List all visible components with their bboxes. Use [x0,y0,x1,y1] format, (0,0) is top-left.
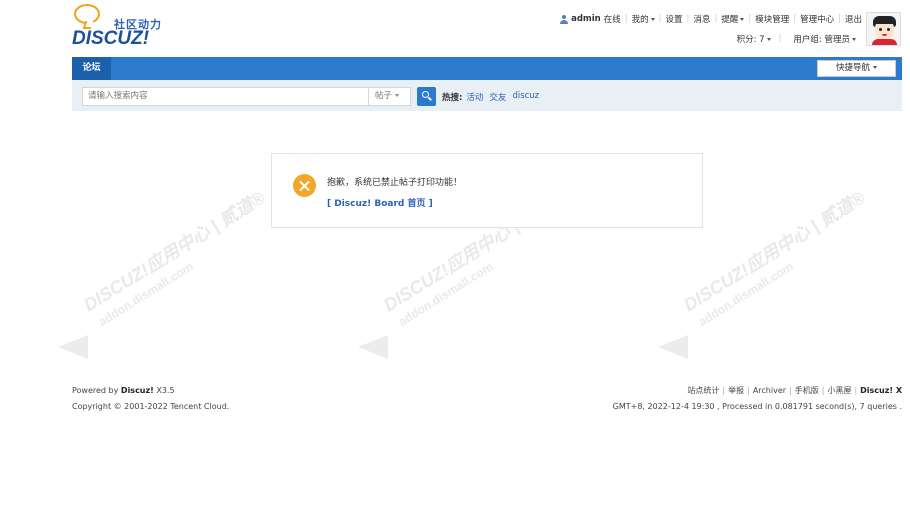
usergroup-menu[interactable]: 用户组: 管理员 [787,33,856,45]
search-type-select[interactable]: 帖子 [368,87,411,106]
footer-link-mobile[interactable]: 手机版 [795,386,819,395]
chevron-down-icon [852,38,856,41]
user-icon [560,14,569,24]
watermark: DISCUZ!应用中心 | 贰道® addon.dismall.com [358,187,568,375]
footer-brand-link[interactable]: Discuz! X [860,386,902,395]
home-link[interactable]: [ Discuz! Board 首页 ] [327,196,433,209]
watermark-arrow-icon [658,335,688,359]
hot-keyword[interactable]: discuz [512,91,539,103]
online-status: 在线 [603,15,621,25]
tab-forum[interactable]: 论坛 [72,57,111,80]
admin-center-link[interactable]: 管理中心 [800,13,834,25]
chevron-down-icon [395,94,400,97]
error-icon [293,174,316,197]
footer-link-blacklist[interactable]: 小黑屋 [827,386,851,395]
watermark: DISCUZ!应用中心 | 贰道® addon.dismall.com [58,187,268,375]
discuz-link[interactable]: Discuz! [121,386,154,395]
reminders-menu[interactable]: 提醒 [721,13,745,25]
footer-link-archiver[interactable]: Archiver [753,386,786,395]
watermark-arrow-icon [58,335,88,359]
chevron-down-icon [650,18,655,21]
footer-links: 站点统计 | 举报 | Archiver | 手机版 | 小黑屋 | Discuz! X [687,386,902,395]
user-bar: admin 在线 | 我的 | 设置 | 消息 | 提醒 | 模块管理 | 管理… [560,12,862,26]
logout-link[interactable]: 退出 [845,13,862,25]
main-nav: 论坛 快捷导航 [72,57,902,80]
points-menu[interactable]: 积分: 7 [731,33,771,45]
message-box: 抱歉，系统已禁止帖子打印功能！ [ Discuz! Board 首页 ] [271,153,703,228]
footer-status: GMT+8, 2022-12-4 19:30 , Processed in 0.… [612,402,902,411]
messages-link[interactable]: 消息 [693,13,710,25]
settings-link[interactable]: 设置 [666,13,683,25]
hot-search-label: 热搜: [442,93,463,103]
search-button[interactable] [417,87,436,106]
hot-keyword[interactable]: 活动 [466,91,483,103]
logo-en-text: DISCUZ! [72,28,150,49]
chevron-down-icon [740,18,745,21]
search-bar: 请输入搜索内容 帖子 热搜: 活动 交友 discuz [72,80,902,111]
quick-nav-button[interactable]: 快捷导航 [817,60,896,77]
footer-link-stats[interactable]: 站点统计 [687,386,719,395]
watermark-arrow-icon [358,335,388,359]
copyright: Copyright © 2001-2022 Tencent Cloud. [72,402,230,411]
footer-left: Powered by Discuz! X3.5 Copyright © 2001… [72,383,229,415]
chevron-down-icon [873,66,877,69]
username-link[interactable]: admin [571,14,601,24]
footer-right: 站点统计 | 举报 | Archiver | 手机版 | 小黑屋 | Discuz! X GMT+8… [613,383,902,415]
message-text: 抱歉，系统已禁止帖子打印功能！ [327,178,463,188]
module-manage-link[interactable]: 模块管理 [755,13,789,25]
hot-search: 热搜: 活动 交友 discuz [442,91,545,103]
avatar[interactable] [866,12,901,46]
my-menu[interactable]: 我的 [632,13,655,25]
watermark: DISCUZ!应用中心 | 贰道® addon.dismall.com [658,187,868,375]
chevron-down-icon [766,38,771,41]
powered-by: Powered by Discuz! X3.5 [72,386,175,395]
hot-keyword[interactable]: 交友 [489,91,506,103]
site-logo[interactable]: 社区动力 DISCUZ! [72,2,172,52]
search-input[interactable]: 请输入搜索内容 [82,87,369,106]
user-stats: 积分: 7 | 用户组: 管理员 [725,33,856,45]
footer-link-report[interactable]: 举报 [728,386,744,395]
